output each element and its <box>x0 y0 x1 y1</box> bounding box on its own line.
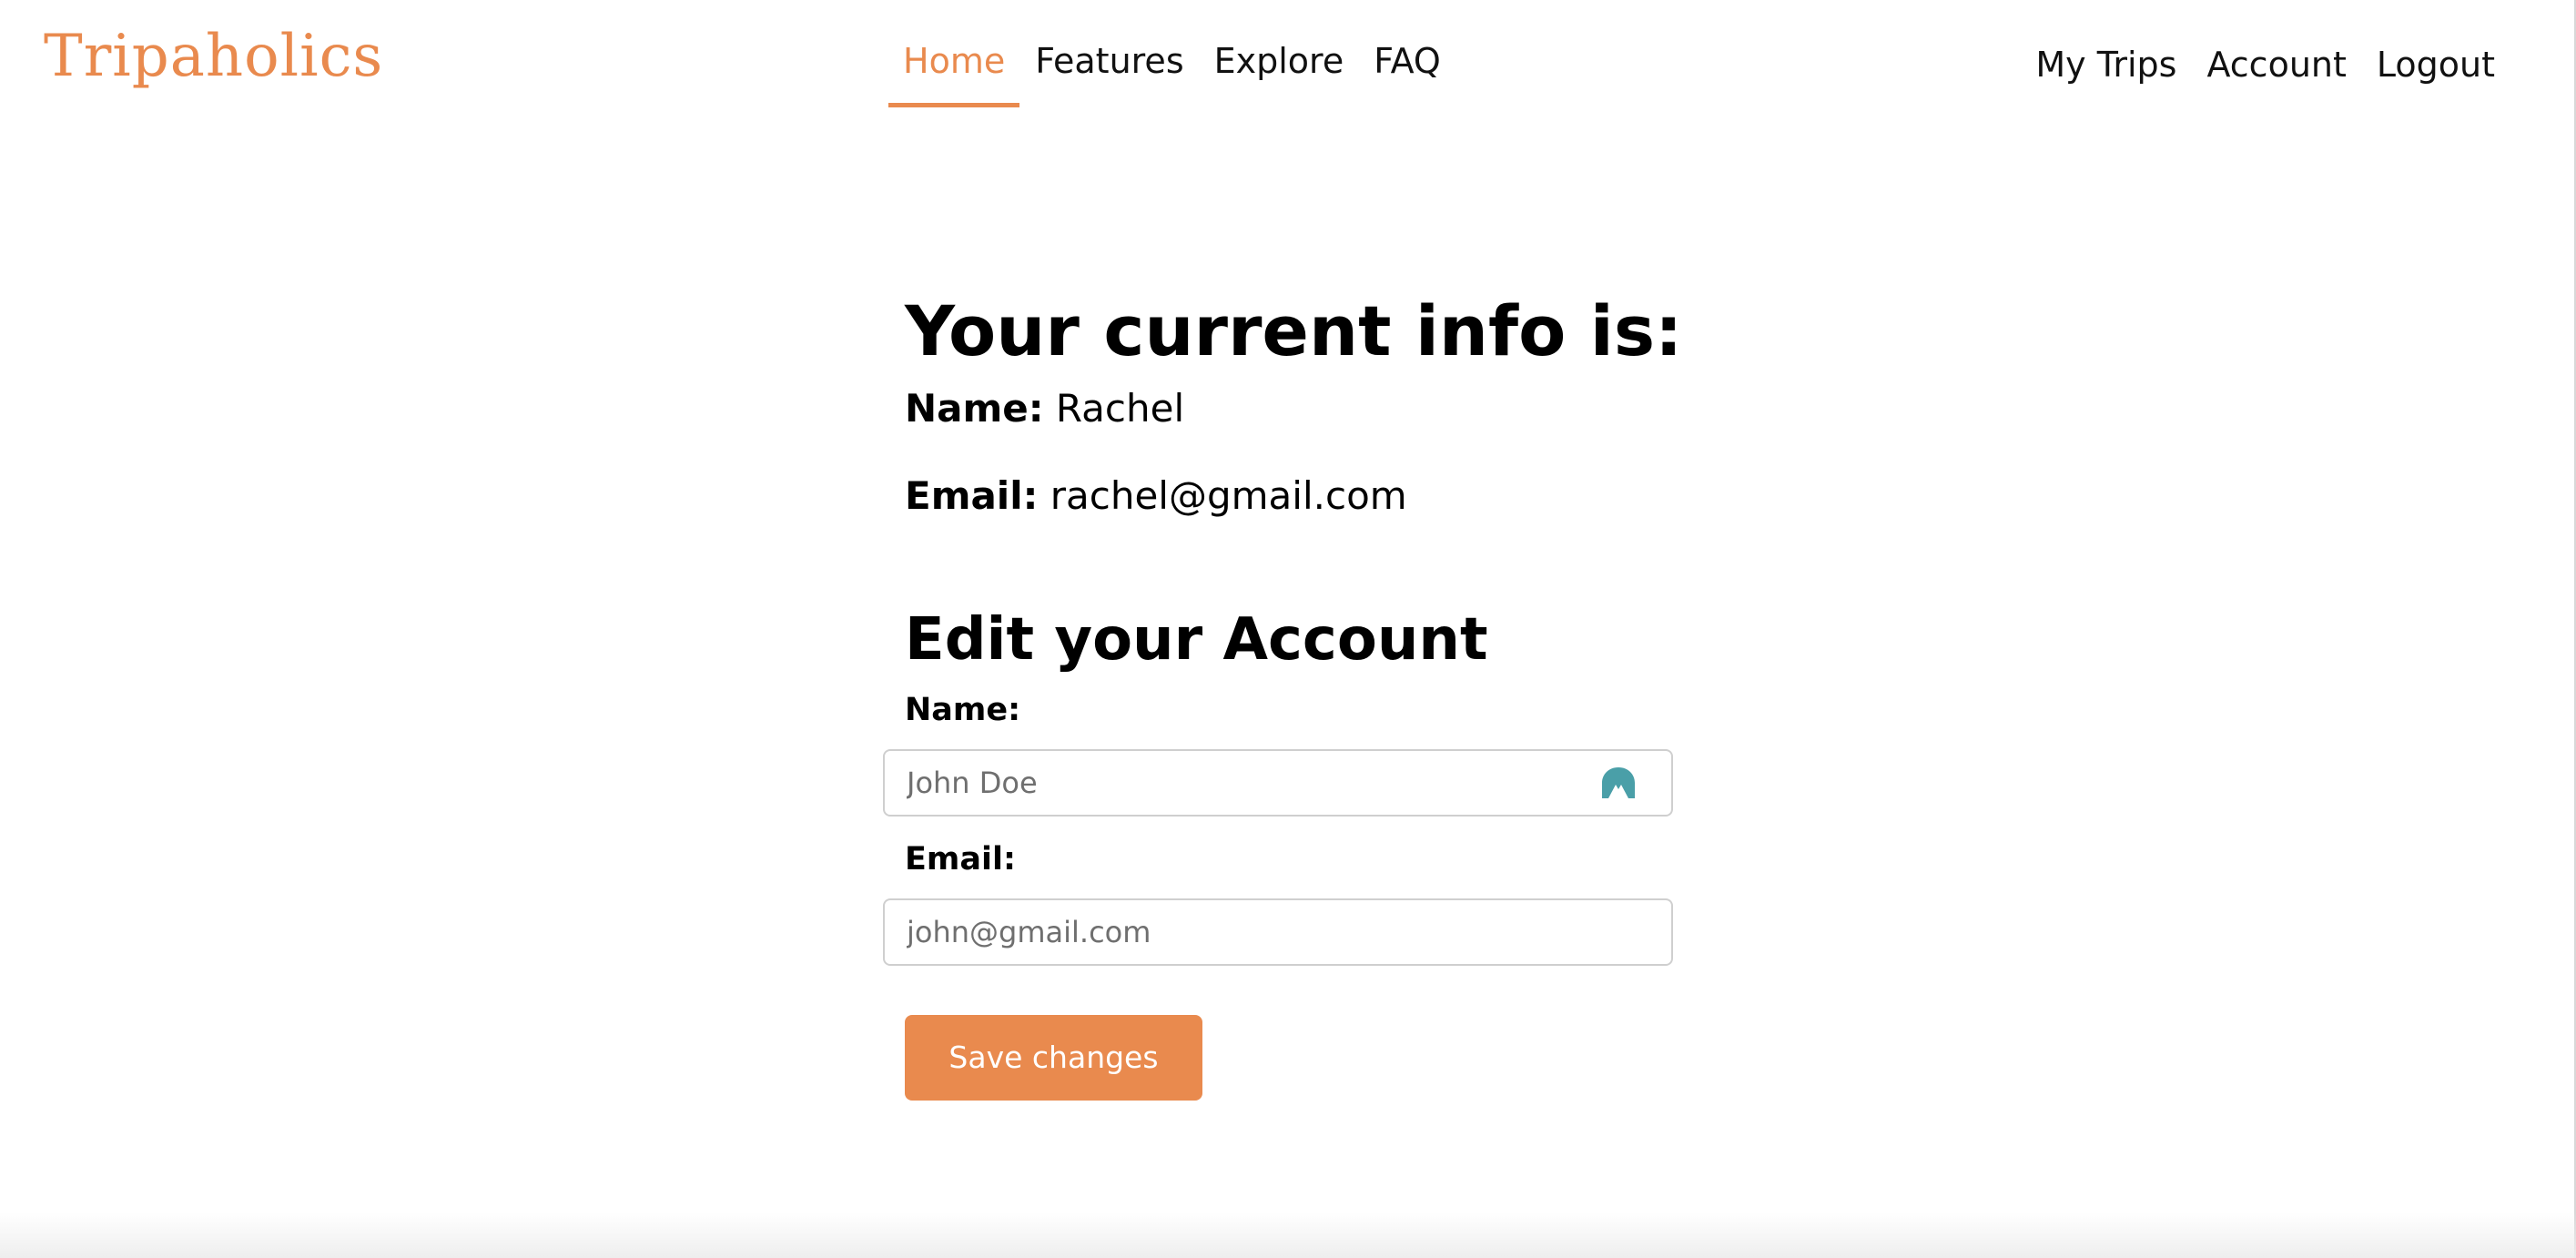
name-field-wrapper <box>883 748 1673 817</box>
nav-link-faq[interactable]: FAQ <box>1359 36 1455 103</box>
account-main: Your current info is: Name: Rachel Email… <box>883 290 1724 1101</box>
current-name-value: Rachel <box>1055 385 1185 431</box>
bottom-shadow <box>0 1212 2576 1258</box>
name-field-label: Name: <box>905 691 1021 728</box>
current-email-row: Email: rachel@gmail.com <box>905 473 1724 519</box>
nav-link-features[interactable]: Features <box>1020 36 1198 103</box>
current-name-label: Name: <box>905 385 1044 431</box>
current-info-title: Your current info is: <box>905 290 1683 371</box>
email-input[interactable] <box>883 898 1673 966</box>
nav-link-account[interactable]: Account <box>2177 47 2346 82</box>
edit-account-title: Edit your Account <box>905 606 1488 675</box>
current-email-value: rachel@gmail.com <box>1050 472 1407 518</box>
nav-link-explore[interactable]: Explore <box>1200 36 1359 103</box>
brand-logo[interactable]: Tripaholics <box>44 27 383 86</box>
nav-link-logout[interactable]: Logout <box>2348 47 2495 82</box>
current-email-label: Email: <box>905 472 1039 518</box>
password-manager-autofill-icon[interactable] <box>1600 765 1637 801</box>
current-name-row: Name: Rachel <box>905 386 1724 431</box>
save-changes-button[interactable]: Save changes <box>905 1014 1202 1101</box>
nav-link-home[interactable]: Home <box>888 36 1020 107</box>
name-input[interactable] <box>883 748 1673 817</box>
email-field-label: Email: <box>905 840 1016 878</box>
nav-link-my-trips[interactable]: My Trips <box>2006 47 2176 82</box>
main-nav: Home Features Explore FAQ <box>888 36 1456 107</box>
email-field-wrapper <box>883 898 1673 966</box>
account-nav: My Trips Account Logout <box>2006 47 2496 82</box>
